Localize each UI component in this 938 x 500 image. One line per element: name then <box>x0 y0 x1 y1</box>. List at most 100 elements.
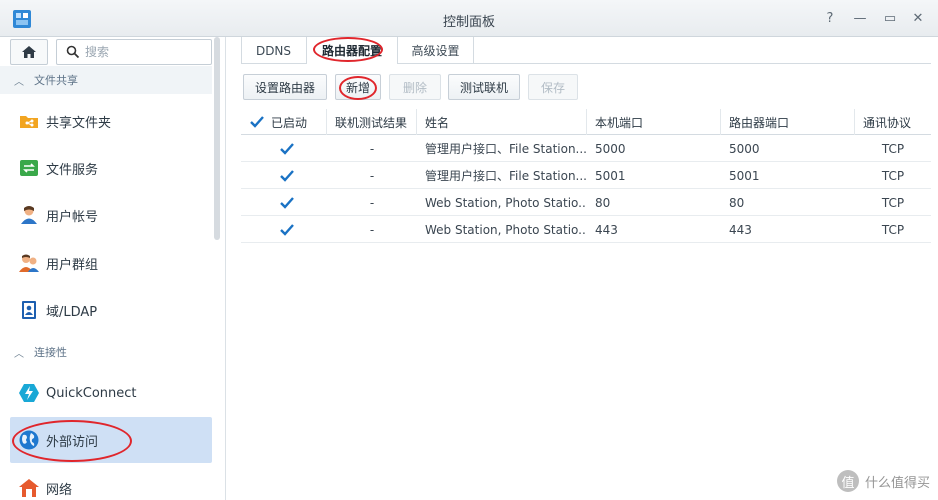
close-icon: ✕ <box>912 10 924 26</box>
row-router-port: 80 <box>729 195 745 210</box>
maximize-icon: ▭ <box>883 10 897 26</box>
header-label: 本机端口 <box>595 115 644 130</box>
save-button[interactable]: 保存 <box>528 74 578 100</box>
sidebar-item-label: QuickConnect <box>46 385 137 401</box>
tab-router-config[interactable]: 路由器配置 <box>307 37 398 64</box>
search-icon <box>66 45 80 59</box>
test-connection-button[interactable]: 测试联机 <box>448 74 520 100</box>
table-header: 已启动 联机测试结果 姓名 本机端口 路由器端口 通讯协议 <box>241 109 931 135</box>
minimize-button[interactable]: — <box>850 9 870 27</box>
row-name: Web Station, Photo Statio... <box>425 222 587 237</box>
header-test-result[interactable]: 联机测试结果 <box>327 109 417 135</box>
row-enabled-cell[interactable] <box>271 216 327 243</box>
sidebar-scrollbar[interactable] <box>214 37 220 240</box>
chevron-up-icon: ︿ <box>14 76 24 88</box>
search-input[interactable] <box>85 44 205 60</box>
sidebar-item-label: 共享文件夹 <box>46 115 112 131</box>
row-protocol: TCP <box>881 195 905 210</box>
group-icon <box>18 252 40 274</box>
header-label: 姓名 <box>425 115 450 130</box>
window-titlebar: 控制面板 ? — ▭ ✕ <box>0 0 938 37</box>
sidebar-item-label: 用户群组 <box>46 257 99 273</box>
section-label: 文件共享 <box>34 74 78 87</box>
checkmark-icon <box>250 116 264 128</box>
row-router-port: 443 <box>729 222 752 237</box>
table-row[interactable]: - 管理用户接口、File Station... 5001 5001 TCP <box>241 162 931 189</box>
sidebar-item-label: 用户帐号 <box>46 209 99 225</box>
button-label: 删除 <box>402 80 427 95</box>
table-row[interactable]: - 管理用户接口、File Station... 5000 5000 TCP <box>241 135 931 162</box>
sidebar-item-quickconnect[interactable]: QuickConnect <box>10 370 212 416</box>
table-row[interactable]: - Web Station, Photo Statio... 443 443 T… <box>241 216 931 243</box>
user-icon <box>18 204 40 226</box>
header-protocol[interactable]: 通讯协议 <box>855 109 931 135</box>
tab-label: 路由器配置 <box>321 44 382 58</box>
sidebar-item-shared-folder[interactable]: 共享文件夹 <box>10 98 212 144</box>
quickconnect-icon <box>18 382 40 404</box>
row-test-result: - <box>369 222 375 237</box>
select-all-checkbox[interactable] <box>249 114 265 130</box>
tab-label: 高级设置 <box>411 44 460 58</box>
row-test-result: - <box>369 141 375 156</box>
sidebar-item-network[interactable]: 网络 <box>10 465 212 500</box>
close-button[interactable]: ✕ <box>908 9 928 27</box>
enabled-checkbox[interactable] <box>279 141 295 157</box>
row-protocol: TCP <box>881 168 905 183</box>
maximize-button[interactable]: ▭ <box>880 9 900 27</box>
header-router-port[interactable]: 路由器端口 <box>721 109 855 135</box>
watermark-text: 什么值得买 <box>864 475 930 491</box>
header-local-port[interactable]: 本机端口 <box>587 109 721 135</box>
tab-label: DDNS <box>255 43 292 58</box>
home-icon <box>22 46 36 58</box>
row-local-port: 80 <box>595 195 611 210</box>
enabled-checkbox[interactable] <box>279 168 295 184</box>
help-icon: ? <box>826 10 834 26</box>
main-panel: DDNS 路由器配置 高级设置 设置路由器 新增 删除 测试联机 保存 已启动 … <box>227 37 938 500</box>
row-enabled-cell[interactable] <box>271 189 327 216</box>
row-enabled-cell[interactable] <box>271 162 327 189</box>
globe-icon <box>18 429 40 451</box>
sidebar-item-group[interactable]: 用户群组 <box>10 240 212 286</box>
sidebar-item-label: 域/LDAP <box>46 304 98 320</box>
sidebar-item-domain-ldap[interactable]: 域/LDAP <box>10 287 212 333</box>
tab-advanced-settings[interactable]: 高级设置 <box>398 37 474 64</box>
row-test-result: - <box>369 168 375 183</box>
checkmark-icon <box>280 142 294 155</box>
header-enabled[interactable]: 已启动 <box>241 109 327 135</box>
enabled-checkbox[interactable] <box>279 222 295 238</box>
setup-router-button[interactable]: 设置路由器 <box>243 74 327 100</box>
row-protocol: TCP <box>881 141 905 156</box>
home-button[interactable] <box>10 39 48 65</box>
checkmark-icon <box>280 196 294 209</box>
tab-bar: DDNS 路由器配置 高级设置 <box>241 37 931 64</box>
enabled-checkbox[interactable] <box>279 195 295 211</box>
header-name[interactable]: 姓名 <box>417 109 587 135</box>
section-label: 连接性 <box>34 346 67 359</box>
checkmark-icon <box>280 169 294 182</box>
sidebar-item-external-access[interactable]: 外部访问 <box>10 417 212 463</box>
row-local-port: 5000 <box>595 141 626 156</box>
delete-button[interactable]: 删除 <box>389 74 441 100</box>
row-test-result: - <box>369 195 375 210</box>
row-router-port: 5001 <box>729 168 760 183</box>
sidebar-item-user[interactable]: 用户帐号 <box>10 192 212 238</box>
domain-ldap-icon <box>18 299 40 321</box>
section-file-sharing[interactable]: ︿ 文件共享 <box>0 66 212 94</box>
row-name: 管理用户接口、File Station... <box>425 142 587 156</box>
chevron-up-icon: ︿ <box>14 348 24 360</box>
section-connectivity[interactable]: ︿ 连接性 <box>0 338 212 366</box>
search-field[interactable] <box>56 39 212 65</box>
tab-ddns[interactable]: DDNS <box>241 37 307 64</box>
create-button[interactable]: 新增 <box>335 74 381 100</box>
watermark-logo-icon: 值 <box>836 470 859 492</box>
row-name: 管理用户接口、File Station... <box>425 169 587 183</box>
help-button[interactable]: ? <box>820 9 840 27</box>
button-label: 测试联机 <box>459 80 508 95</box>
table-row[interactable]: - Web Station, Photo Statio... 80 80 TCP <box>241 189 931 216</box>
shared-folder-icon <box>18 110 40 132</box>
row-enabled-cell[interactable] <box>271 135 327 162</box>
header-label: 联机测试结果 <box>335 115 408 130</box>
row-router-port: 5000 <box>729 141 760 156</box>
sidebar-item-file-services[interactable]: 文件服务 <box>10 145 212 191</box>
minimize-icon: — <box>853 10 867 26</box>
